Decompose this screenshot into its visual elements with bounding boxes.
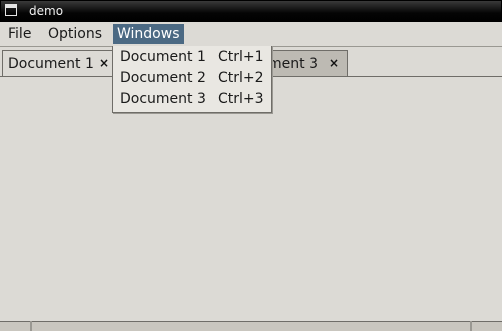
windows-dropdown-menu: Document 1 Ctrl+1 Document 2 Ctrl+2 Docu… (112, 46, 272, 113)
menu-item-shortcut: Ctrl+2 (218, 70, 264, 86)
menu-item-document-2[interactable]: Document 2 Ctrl+2 (113, 68, 271, 89)
menu-item-shortcut: Ctrl+3 (218, 91, 264, 107)
menu-item-label: Document 2 (120, 70, 206, 86)
tab-label: Document 1 (8, 56, 94, 72)
close-icon[interactable]: × (329, 56, 339, 70)
window-title: demo (29, 4, 64, 18)
menu-item-shortcut: Ctrl+1 (218, 49, 264, 65)
menu-file[interactable]: File (4, 24, 35, 44)
menu-bar: File Options Windows (0, 22, 502, 46)
menu-windows[interactable]: Windows (113, 24, 184, 44)
menu-item-label: Document 1 (120, 49, 206, 65)
tab-document-1[interactable]: Document 1 × (2, 50, 114, 76)
menu-item-document-1[interactable]: Document 1 Ctrl+1 (113, 47, 271, 68)
window-menu-icon[interactable] (5, 4, 17, 16)
close-icon[interactable]: × (99, 56, 109, 70)
status-bar (0, 321, 502, 331)
title-bar[interactable]: demo (0, 0, 502, 22)
menu-item-label: Document 3 (120, 91, 206, 107)
tab-label: ment 3 (268, 56, 318, 72)
menu-options[interactable]: Options (44, 24, 106, 44)
resize-grip[interactable] (470, 321, 472, 331)
resize-grip[interactable] (30, 321, 32, 331)
menu-item-document-3[interactable]: Document 3 Ctrl+3 (113, 89, 271, 110)
